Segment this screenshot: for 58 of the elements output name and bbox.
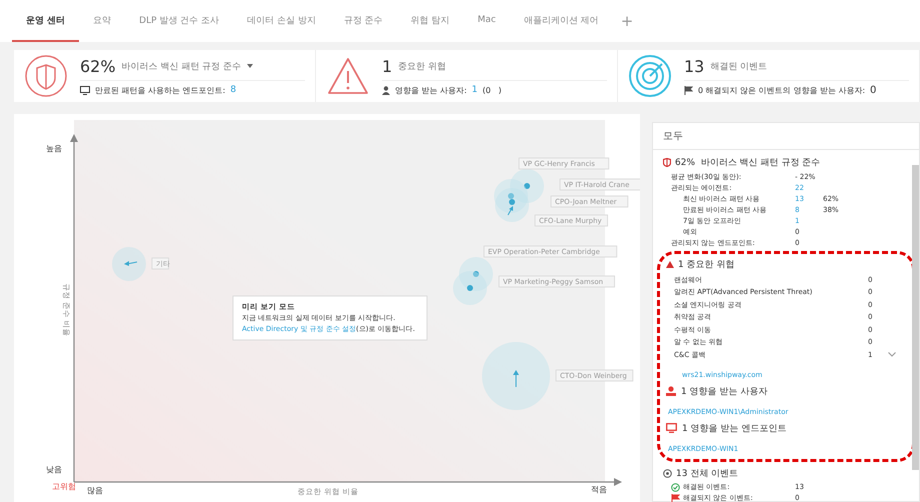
bubble bbox=[510, 169, 544, 203]
axis-label: 낮음 bbox=[46, 465, 62, 474]
bubble bbox=[495, 188, 529, 222]
flag-icon bbox=[684, 86, 693, 94]
summary-label: 중요한 위협 bbox=[398, 60, 446, 72]
summary-label: 해결된 이벤트 bbox=[710, 60, 768, 72]
trend-arrow-icon bbox=[124, 261, 138, 266]
tab[interactable]: 애플리케이션 제어 bbox=[510, 0, 613, 42]
tab[interactable]: 데이터 손실 방지 bbox=[233, 0, 330, 42]
bubble bbox=[112, 247, 146, 281]
target-icon bbox=[663, 468, 672, 478]
section-title: 1 중요한 위협 bbox=[678, 259, 734, 271]
section-title: 13 전체 이벤트 bbox=[676, 468, 738, 480]
bubble bbox=[482, 342, 550, 410]
count-link[interactable]: 8 bbox=[230, 85, 236, 95]
data-point bbox=[473, 271, 479, 277]
caret-icon[interactable] bbox=[247, 64, 254, 68]
monitor-icon bbox=[80, 86, 90, 94]
detail-text: (0 ) bbox=[482, 86, 502, 94]
tab[interactable]: 운영 센터 bbox=[12, 0, 80, 42]
check-circle-icon bbox=[671, 482, 680, 492]
user-icon bbox=[382, 86, 390, 94]
tab[interactable]: 위협 탐지 bbox=[396, 0, 464, 42]
summary-value: 62% bbox=[80, 56, 116, 76]
data-point bbox=[467, 285, 473, 291]
subsection-title: 1 영향을 받는 사용자 bbox=[681, 386, 768, 398]
chevron-down-icon[interactable] bbox=[888, 352, 896, 358]
target-icon bbox=[628, 54, 672, 98]
shield-icon bbox=[663, 158, 671, 167]
count-link[interactable]: 1 bbox=[472, 85, 478, 95]
summary-label: 바이러스 백신 패턴 규정 준수 bbox=[122, 60, 242, 72]
axis-label: 많음 bbox=[87, 486, 103, 495]
summary-value: 13 bbox=[684, 56, 704, 76]
subsection-title: 1 영향을 받는 엔드포인트 bbox=[682, 422, 786, 434]
tab[interactable]: Mac bbox=[464, 0, 510, 42]
section-title: 62% 바이러스 백신 패턴 규정 준수 bbox=[675, 157, 820, 169]
data-point bbox=[524, 183, 530, 189]
axis-label: 높음 bbox=[46, 144, 62, 153]
axis-label: 적음 bbox=[591, 485, 607, 494]
risk-label: 고위험 bbox=[52, 482, 76, 491]
bubble bbox=[453, 271, 487, 305]
flag-icon bbox=[671, 494, 680, 502]
warning-icon bbox=[326, 56, 370, 96]
tab[interactable]: 규정 준수 bbox=[330, 0, 397, 42]
user-icon bbox=[666, 386, 676, 396]
tab[interactable]: DLP 발생 건수 조사 bbox=[125, 0, 234, 42]
tab[interactable]: 요약 bbox=[79, 0, 126, 42]
trend-arrow-icon bbox=[513, 370, 519, 388]
shield-icon bbox=[24, 54, 68, 98]
add-tab-button[interactable]: + bbox=[612, 0, 642, 42]
monitor-icon bbox=[666, 423, 677, 433]
summary-detail: 영향을 받는 사용자: bbox=[395, 84, 467, 96]
warning-icon bbox=[666, 261, 674, 268]
summary-detail: 만료된 패턴을 사용하는 엔드포인트: bbox=[95, 84, 226, 96]
panel-title: 모두 bbox=[653, 123, 919, 150]
summary-value: 1 bbox=[382, 56, 392, 76]
summary-detail: 0 해결되지 않은 이벤트의 영향을 받는 사용자: bbox=[698, 84, 866, 96]
trend-arrow-icon bbox=[508, 206, 513, 216]
